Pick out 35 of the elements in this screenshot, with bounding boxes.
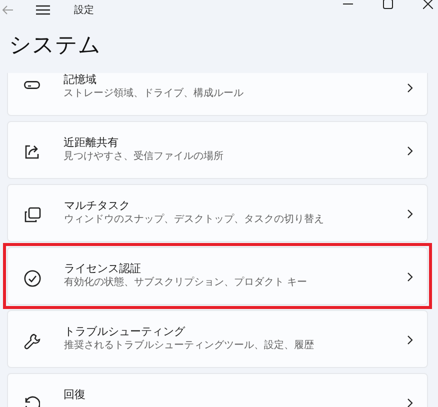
drive-icon: [24, 81, 40, 89]
item-title: マルチタスク: [64, 198, 131, 213]
item-title: ライセンス認証: [64, 261, 142, 276]
chevron-icon: [407, 272, 413, 282]
item-description: ストレージ領域、ドライブ、構成ルール: [64, 87, 244, 101]
chevron-icon: [407, 146, 413, 156]
settings-item[interactable]: マルチタスク ウィンドウのスナップ、デスクトップ、タスクの切り替え: [7, 184, 428, 242]
chevron-icon: [407, 83, 413, 93]
item-title: 記憶域: [64, 73, 98, 87]
item-title: 回復: [64, 387, 86, 402]
item-description: 有効化の状態、サブスクリプション、プロダクト キー: [64, 276, 308, 290]
share-icon: [24, 144, 40, 160]
item-title: 近距離共有: [64, 135, 120, 150]
page-title: システム: [8, 32, 102, 60]
settings-item[interactable]: 回復: [7, 373, 428, 407]
item-description: 推奨されるトラブルシューティングツール、設定、履歴: [64, 339, 315, 353]
settings-item[interactable]: 記憶域 ストレージ領域、ドライブ、構成ルール: [7, 73, 428, 116]
item-title: トラブルシューティング: [64, 324, 186, 339]
chevron-icon: [407, 209, 413, 219]
minimize-icon[interactable]: [343, 2, 353, 6]
settings-item[interactable]: ライセンス認証 有効化の状態、サブスクリプション、プロダクト キー: [7, 247, 428, 305]
check-circle-icon: [24, 270, 41, 287]
item-description: ウィンドウのスナップ、デスクトップ、タスクの切り替え: [64, 213, 325, 227]
settings-item[interactable]: 近距離共有 見つけやすさ、受信ファイルの場所: [7, 121, 428, 179]
wrench-icon: [24, 333, 41, 350]
maximize-icon[interactable]: [383, 0, 393, 9]
settings-item[interactable]: トラブルシューティング 推奨されるトラブルシューティングツール、設定、履歴: [7, 310, 428, 368]
windows-icon: [24, 207, 41, 223]
back-icon[interactable]: [2, 5, 14, 15]
chevron-icon: [407, 335, 413, 345]
chevron-icon: [407, 398, 413, 407]
item-description: 見つけやすさ、受信ファイルの場所: [64, 150, 224, 164]
menu-icon[interactable]: [36, 5, 50, 15]
close-icon[interactable]: [423, 0, 433, 9]
window-title: 設定: [74, 4, 94, 17]
